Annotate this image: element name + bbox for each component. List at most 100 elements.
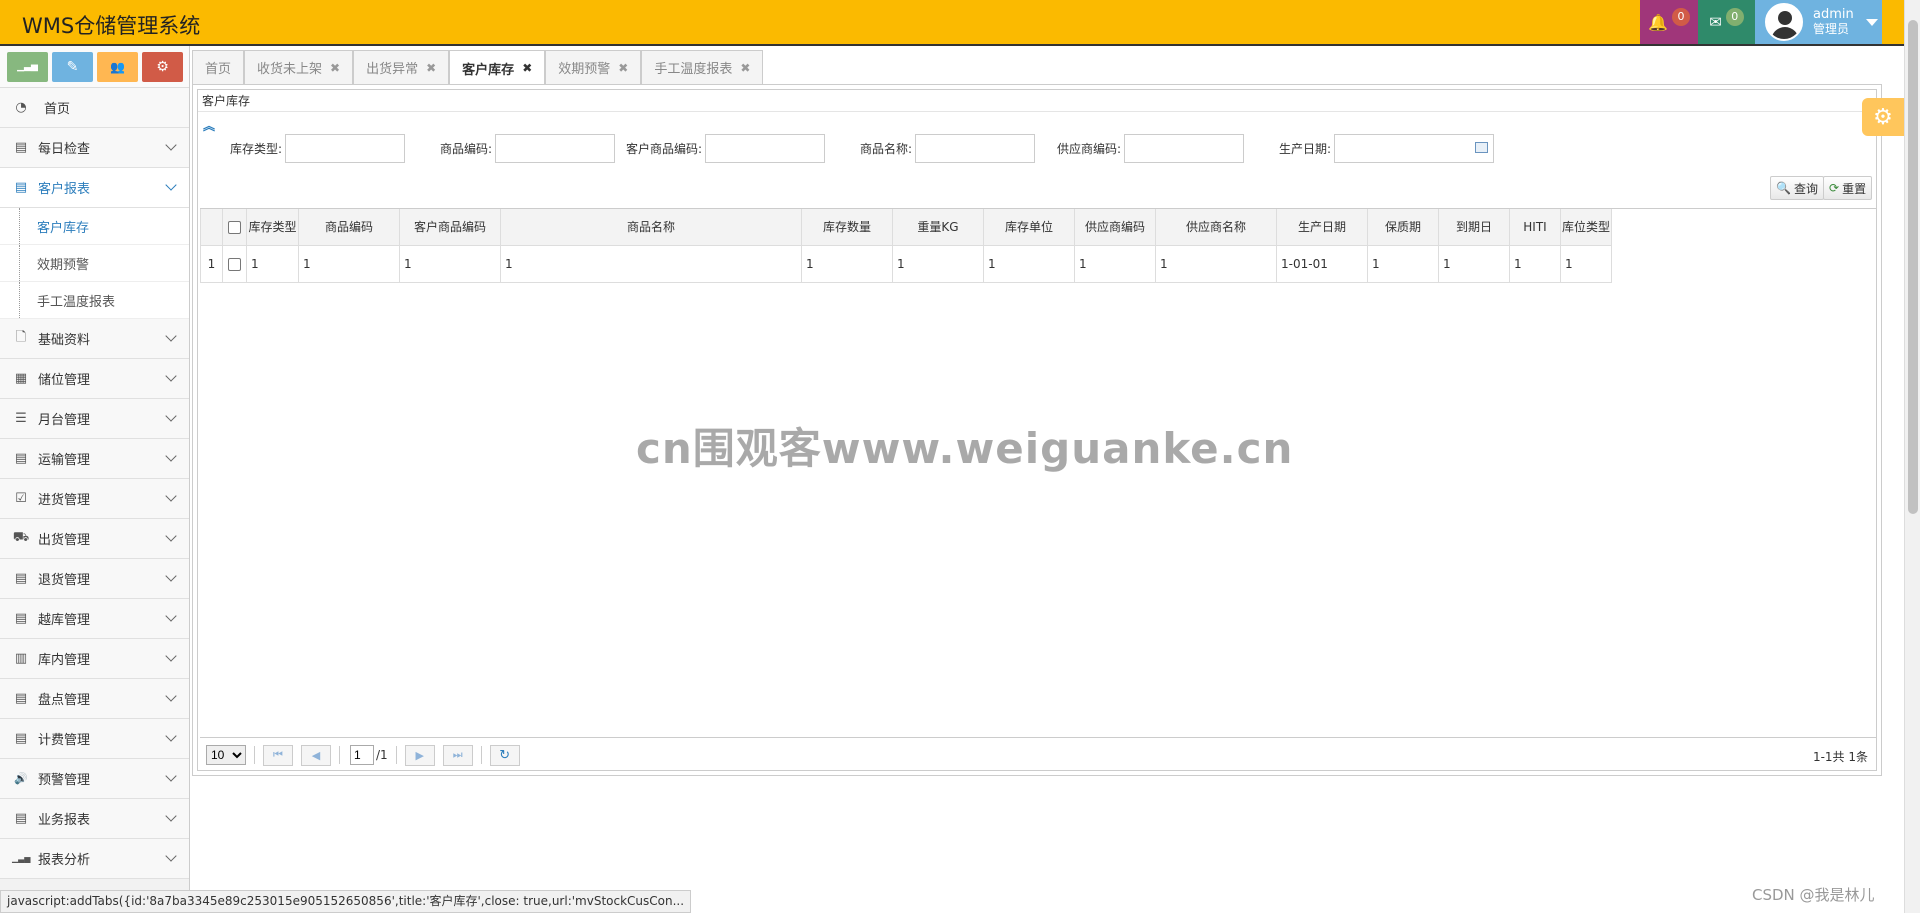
close-icon[interactable]: ✖ (618, 61, 628, 75)
avatar (1765, 3, 1803, 41)
close-icon[interactable]: ✖ (330, 61, 340, 75)
messages-button[interactable]: ✉ 0 (1698, 0, 1755, 44)
sidebar-item-business-reports[interactable]: ▤ 业务报表 (0, 799, 189, 839)
chevron-down-icon (165, 410, 177, 422)
close-icon[interactable]: ✖ (522, 61, 532, 75)
row-checkbox[interactable] (228, 257, 241, 271)
messages-badge: 0 (1725, 8, 1744, 26)
customer-product-code-input[interactable] (705, 134, 826, 163)
sidebar-item-label: 基础资料 (38, 333, 91, 348)
tab-label: 手工温度报表 (654, 62, 733, 77)
reload-button[interactable]: ↻ (489, 744, 520, 766)
chevron-down-icon (165, 570, 177, 582)
sidebar-item-transport-mgmt[interactable]: ▤ 运输管理 (0, 439, 189, 479)
page-scrollbar[interactable] (1904, 0, 1920, 913)
sidebar-subitem-manual-temp-report[interactable]: 手工温度报表 (0, 282, 189, 319)
column-header[interactable]: 供应商编码 (1074, 209, 1156, 246)
collapse-up-icon[interactable]: ︽ (203, 117, 215, 134)
tab-home[interactable]: 首页 (192, 50, 245, 84)
sidebar-subitem-customer-stock[interactable]: 客户库存 (0, 208, 189, 245)
column-header[interactable]: 保质期 (1367, 209, 1439, 246)
select-all-header (222, 209, 247, 246)
select-all-checkbox[interactable] (228, 220, 241, 234)
column-header[interactable]: 生产日期 (1276, 209, 1368, 246)
sidebar-item-location-mgmt[interactable]: ▦ 储位管理 (0, 359, 189, 399)
sidebar-item-alert-mgmt[interactable]: 🔊 预警管理 (0, 759, 189, 799)
reset-button-label: 重置 (1842, 181, 1867, 196)
table-cell: 1 (1509, 244, 1561, 283)
first-page-button[interactable]: ⏮ (263, 744, 293, 766)
last-page-button[interactable]: ⏭ (442, 744, 473, 766)
field-label: 库存类型: (230, 142, 283, 156)
column-header[interactable]: 库存数量 (801, 209, 893, 246)
column-header[interactable]: 重量KG (892, 209, 984, 246)
settings-toggle-button[interactable]: ⚙ (1862, 98, 1904, 136)
field-label: 生产日期: (1279, 142, 1332, 156)
sidebar-item-home[interactable]: ◔ 首页 (0, 88, 189, 128)
sidebar-item-dock-mgmt[interactable]: ☰ 月台管理 (0, 399, 189, 439)
table-row[interactable]: 1 1 1 1 1 1 1 1 1 1 1-01-01 1 1 1 1 (200, 244, 1612, 283)
sidebar-item-outbound-mgmt[interactable]: ⛟ 出货管理 (0, 519, 189, 559)
calendar-icon[interactable] (1475, 142, 1489, 153)
tab-label: 客户库存 (462, 62, 515, 78)
column-header[interactable]: HITI (1509, 209, 1561, 246)
tab-label: 收货未上架 (257, 62, 323, 77)
shortcut-pencil-button[interactable]: ✎ (52, 52, 93, 82)
shortcut-signal-button[interactable]: ▁▃▅ (7, 52, 48, 82)
close-icon[interactable]: ✖ (426, 61, 436, 75)
sidebar-item-label: 库内管理 (38, 653, 91, 668)
sidebar-item-inventory-mgmt[interactable]: ▥ 库内管理 (0, 639, 189, 679)
product-name-input[interactable] (915, 134, 1036, 163)
user-menu[interactable]: admin 管理员 (1755, 0, 1882, 44)
tab-expiry-warning[interactable]: 效期预警 ✖ (545, 50, 642, 84)
column-header[interactable]: 到期日 (1438, 209, 1510, 246)
sidebar-item-crossdock-mgmt[interactable]: ▤ 越库管理 (0, 599, 189, 639)
sidebar-item-daily-check[interactable]: ▤ 每日检查 (0, 128, 189, 168)
sidebar-item-stocktake-mgmt[interactable]: ▤ 盘点管理 (0, 679, 189, 719)
prev-page-button[interactable]: ◀ (301, 744, 331, 766)
column-header[interactable]: 库位类型 (1560, 209, 1612, 246)
column-header[interactable]: 库存类型 (246, 209, 299, 246)
sidebar-item-label: 报表分析 (38, 853, 91, 868)
list-alt-icon: ▤ (14, 811, 28, 826)
last-page-icon: ⏭ (452, 748, 463, 761)
table-cell: 1 (298, 244, 400, 283)
product-code-input[interactable] (495, 134, 616, 163)
page-size-select[interactable]: 10 (206, 745, 246, 765)
sidebar-item-customer-reports[interactable]: ▤ 客户报表 (0, 168, 189, 208)
shortcut-cogs-button[interactable]: ⚙ (142, 52, 183, 82)
supplier-code-input[interactable] (1124, 134, 1245, 163)
page-number-input[interactable] (350, 745, 374, 765)
production-date-input[interactable] (1334, 134, 1495, 163)
tab-outbound-exception[interactable]: 出货异常 ✖ (353, 50, 450, 84)
stock-type-input[interactable] (285, 134, 406, 163)
first-page-icon: ⏮ (273, 748, 283, 761)
table-header-row: 库存类型 商品编码 客户商品编码 商品名称 库存数量 重量KG 库存单位 供应商… (200, 209, 1612, 246)
sidebar-item-returns-mgmt[interactable]: ▤ 退货管理 (0, 559, 189, 599)
tab-manual-temp-report[interactable]: 手工温度报表 ✖ (641, 50, 764, 84)
next-page-button[interactable]: ▶ (404, 744, 435, 766)
column-header[interactable]: 供应商名称 (1155, 209, 1277, 246)
close-icon[interactable]: ✖ (740, 61, 750, 75)
search-field-customer-product-code: 客户商品编码: (626, 134, 826, 163)
notifications-button[interactable]: 🔔 0 (1640, 0, 1698, 44)
column-header[interactable]: 商品编码 (298, 209, 400, 246)
sidebar-subitem-expiry-warning[interactable]: 效期预警 (0, 245, 189, 282)
tab-received-not-shelved[interactable]: 收货未上架 ✖ (244, 50, 354, 84)
sidebar-item-label: 退货管理 (38, 573, 91, 588)
sidebar-item-report-analysis[interactable]: ▁▃▅ 报表分析 (0, 839, 189, 879)
volume-icon: 🔊 (14, 772, 28, 785)
sidebar-item-inbound-mgmt[interactable]: ☑ 进货管理 (0, 479, 189, 519)
tab-customer-stock[interactable]: 客户库存 ✖ (449, 50, 546, 85)
column-header[interactable]: 商品名称 (500, 209, 802, 246)
search-icon: 🔍 (1776, 181, 1791, 195)
sidebar-item-billing-mgmt[interactable]: ▤ 计费管理 (0, 719, 189, 759)
stock-table: 库存类型 商品编码 客户商品编码 商品名称 库存数量 重量KG 库存单位 供应商… (200, 209, 1612, 283)
column-header[interactable]: 库存单位 (983, 209, 1075, 246)
shortcut-group-button[interactable]: 👥 (97, 52, 138, 82)
column-header[interactable]: 客户商品编码 (399, 209, 501, 246)
scrollbar-thumb[interactable] (1908, 20, 1918, 514)
query-button[interactable]: 🔍 查询 (1770, 176, 1824, 200)
reset-button[interactable]: ⟳ 重置 (1823, 176, 1873, 200)
sidebar-item-basic-data[interactable]: 🗋 基础资料 (0, 319, 189, 359)
